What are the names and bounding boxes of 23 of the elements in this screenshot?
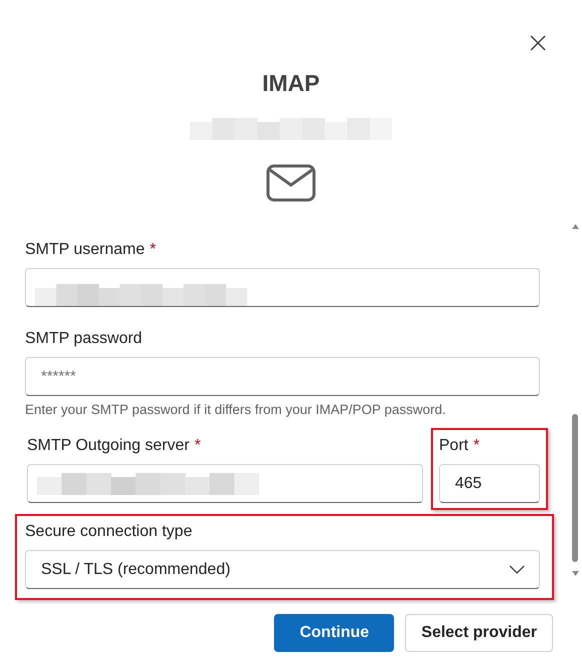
field-label: SMTP password	[25, 330, 142, 347]
server-field[interactable]	[27, 464, 423, 503]
scroll-down-icon	[572, 571, 579, 576]
help-text: Enter your SMTP password if it differs from your IMAP/POP password.	[25, 401, 447, 418]
field-label: Secure connection type	[25, 523, 192, 540]
envelope-icon	[266, 164, 316, 202]
connection-select[interactable]: SSL / TLS (recommended)	[25, 550, 540, 589]
required-mark: *	[150, 241, 156, 258]
field-label: SMTP username	[25, 241, 145, 258]
required-mark: *	[473, 437, 480, 454]
port-field[interactable]: 465	[439, 464, 540, 503]
secondary-button[interactable]: Select provider	[405, 614, 553, 652]
dialog-title: IMAP	[262, 69, 320, 98]
field-label: SMTP Outgoing server	[27, 437, 190, 454]
username-field[interactable]	[25, 268, 540, 307]
continue-button[interactable]: Continue	[274, 614, 394, 652]
field-label: Port	[439, 437, 468, 454]
scrollbar-thumb[interactable]	[572, 414, 578, 562]
chevron-down-icon	[509, 565, 525, 574]
close-icon	[530, 35, 546, 51]
scroll-up-icon	[572, 224, 579, 229]
password-field[interactable]: ******	[25, 357, 540, 396]
required-mark: *	[194, 437, 201, 454]
